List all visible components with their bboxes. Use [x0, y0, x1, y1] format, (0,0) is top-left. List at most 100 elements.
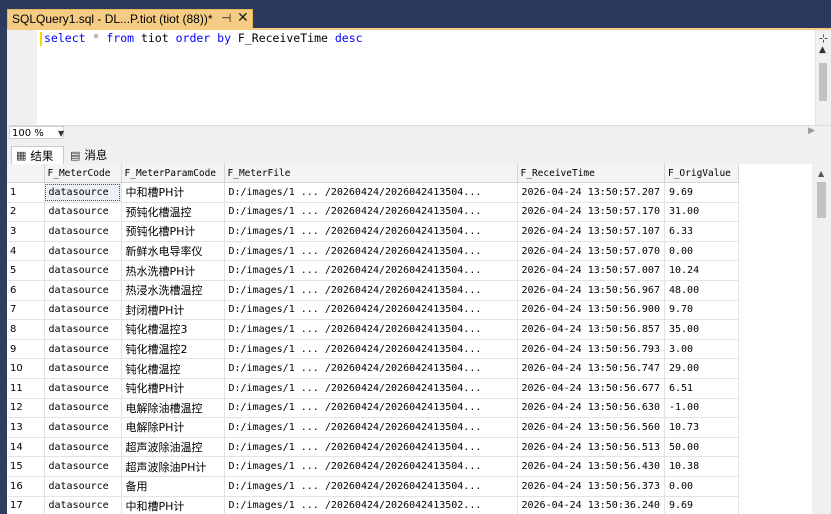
tab-messages[interactable]: ▤ 消息 [66, 146, 119, 164]
table-cell[interactable]: datasource [44, 456, 122, 477]
table-cell[interactable]: 2026-04-24 13:50:56.967 [517, 280, 665, 301]
column-header[interactable]: F_MeterParamCode [121, 164, 225, 183]
table-cell[interactable]: 2026-04-24 13:50:56.630 [517, 398, 665, 419]
table-cell[interactable]: 6.33 [664, 221, 739, 242]
table-cell[interactable]: D:/images/1 ... /20260424/2026042413504.… [224, 476, 518, 497]
table-cell[interactable]: 2026-04-24 13:50:56.373 [517, 476, 665, 497]
row-number[interactable]: 8 [7, 319, 45, 340]
table-cell[interactable]: D:/images/1 ... /20260424/2026042413504.… [224, 339, 518, 360]
table-cell[interactable]: 2026-04-24 13:50:57.107 [517, 221, 665, 242]
pin-icon[interactable]: ⊣ [221, 11, 231, 25]
table-cell[interactable]: 9.69 [664, 496, 739, 514]
scroll-up-icon[interactable]: ▲ [818, 169, 824, 178]
table-row[interactable]: 1 datasource 中和槽PH计 D:/images/1 ... /202604… [7, 182, 739, 203]
table-cell[interactable]: 35.00 [664, 319, 739, 340]
table-cell[interactable]: D:/images/1 ... /20260424/2026042413504.… [224, 280, 518, 301]
column-header[interactable]: F_OrigValue [664, 164, 739, 183]
table-cell[interactable]: 封闭槽PH计 [121, 300, 225, 321]
table-cell[interactable]: 钝化槽温控3 [121, 319, 225, 340]
row-number[interactable]: 5 [7, 260, 45, 281]
row-number[interactable]: 11 [7, 378, 45, 399]
table-cell[interactable]: 10.38 [664, 456, 739, 477]
table-cell[interactable]: datasource [44, 339, 122, 360]
split-icon[interactable]: ⊹ [819, 32, 828, 45]
row-number[interactable]: 2 [7, 202, 45, 223]
table-cell[interactable]: D:/images/1 ... /20260424/2026042413504.… [224, 319, 518, 340]
table-cell[interactable]: datasource [44, 358, 122, 379]
table-cell[interactable]: 钝化槽PH计 [121, 378, 225, 399]
table-row[interactable]: 17 datasource 中和槽PH计 D:/images/1 ... /20260… [7, 496, 739, 514]
row-number[interactable]: 14 [7, 437, 45, 458]
table-cell[interactable]: D:/images/1 ... /20260424/2026042413504.… [224, 182, 518, 203]
results-grid[interactable]: F_MeterCode F_MeterParamCode F_MeterFile F_… [7, 164, 812, 514]
document-tab[interactable]: SQLQuery1.sql - DL...P.tiot (tiot (88))*… [7, 9, 253, 28]
row-number[interactable]: 10 [7, 358, 45, 379]
table-row[interactable]: 3 datasource 预钝化槽PH计 D:/images/1 ... /20260… [7, 221, 739, 242]
chevron-down-icon[interactable]: ▼ [58, 127, 64, 140]
table-cell[interactable]: 50.00 [664, 437, 739, 458]
grid-vertical-scrollbar[interactable]: ▲ [812, 164, 831, 514]
table-cell[interactable]: 备用 [121, 476, 225, 497]
table-cell[interactable]: 超声波除油温控 [121, 437, 225, 458]
table-cell[interactable]: 钝化槽温控2 [121, 339, 225, 360]
grid-scroll-thumb[interactable] [817, 182, 826, 218]
table-row[interactable]: 9 datasource 钝化槽温控2 D:/images/1 ... /202604… [7, 339, 739, 360]
table-cell[interactable]: 预钝化槽温控 [121, 202, 225, 223]
table-row[interactable]: 10 datasource 钝化槽温控 D:/images/1 ... /202604… [7, 358, 739, 379]
table-cell[interactable]: 2026-04-24 13:50:56.900 [517, 300, 665, 321]
table-cell[interactable]: 电解除PH计 [121, 417, 225, 438]
table-cell[interactable]: 中和槽PH计 [121, 182, 225, 203]
table-cell[interactable]: 2026-04-24 13:50:56.857 [517, 319, 665, 340]
table-row[interactable]: 12 datasource 电解除油槽温控 D:/images/1 ... /2026… [7, 398, 739, 419]
table-cell[interactable]: 2026-04-24 13:50:56.677 [517, 378, 665, 399]
table-cell[interactable]: 0.00 [664, 241, 739, 262]
table-row[interactable]: 16 datasource 备用 D:/images/1 ... /20260424/… [7, 476, 739, 497]
table-cell[interactable]: D:/images/1 ... /20260424/2026042413504.… [224, 437, 518, 458]
table-cell[interactable]: datasource [44, 319, 122, 340]
table-cell[interactable]: 2026-04-24 13:50:56.560 [517, 417, 665, 438]
column-header[interactable]: F_MeterCode [44, 164, 122, 183]
query-editor[interactable]: select * from tiot order by F_ReceiveTim… [7, 30, 831, 125]
row-number-header[interactable] [7, 164, 45, 183]
table-cell[interactable]: 29.00 [664, 358, 739, 379]
tab-results[interactable]: ▦ 结果 [11, 146, 64, 164]
row-number[interactable]: 16 [7, 476, 45, 497]
column-header[interactable]: F_MeterFile [224, 164, 518, 183]
table-cell[interactable]: D:/images/1 ... /20260424/2026042413504.… [224, 202, 518, 223]
table-cell[interactable]: 超声波除油PH计 [121, 456, 225, 477]
table-cell[interactable]: 9.69 [664, 182, 739, 203]
table-cell[interactable]: 6.51 [664, 378, 739, 399]
table-cell[interactable]: datasource [44, 221, 122, 242]
table-cell[interactable]: 10.73 [664, 417, 739, 438]
query-text[interactable]: select * from tiot order by F_ReceiveTim… [44, 31, 363, 45]
table-cell[interactable]: 48.00 [664, 280, 739, 301]
row-number[interactable]: 15 [7, 456, 45, 477]
editor-vertical-scrollbar[interactable]: ⊹ ▲ [815, 30, 831, 125]
row-number[interactable]: 3 [7, 221, 45, 242]
table-cell[interactable]: 10.24 [664, 260, 739, 281]
table-cell[interactable]: D:/images/1 ... /20260424/2026042413504.… [224, 358, 518, 379]
table-cell[interactable]: datasource [44, 280, 122, 301]
table-cell[interactable]: datasource [44, 496, 122, 514]
table-cell[interactable]: 9.70 [664, 300, 739, 321]
table-cell[interactable]: 2026-04-24 13:50:56.793 [517, 339, 665, 360]
column-header[interactable]: F_ReceiveTime [517, 164, 665, 183]
table-cell[interactable]: D:/images/1 ... /20260424/2026042413502.… [224, 496, 518, 514]
table-row[interactable]: 7 datasource 封闭槽PH计 D:/images/1 ... /202604… [7, 300, 739, 321]
row-number[interactable]: 4 [7, 241, 45, 262]
table-row[interactable]: 6 datasource 热浸水洗槽温控 D:/images/1 ... /20260… [7, 280, 739, 301]
table-cell[interactable]: 2026-04-24 13:50:56.513 [517, 437, 665, 458]
scroll-right-icon[interactable]: ▶ [808, 126, 815, 136]
table-cell[interactable]: 2026-04-24 13:50:56.747 [517, 358, 665, 379]
table-cell[interactable]: 3.00 [664, 339, 739, 360]
table-cell[interactable]: 新鲜水电导率仪 [121, 241, 225, 262]
table-row[interactable]: 4 datasource 新鲜水电导率仪 D:/images/1 ... /20260… [7, 241, 739, 262]
table-cell[interactable]: 2026-04-24 13:50:56.430 [517, 456, 665, 477]
table-cell[interactable]: D:/images/1 ... /20260424/2026042413504.… [224, 398, 518, 419]
table-cell[interactable]: datasource [44, 398, 122, 419]
table-row[interactable]: 14 datasource 超声波除油温控 D:/images/1 ... /2026… [7, 437, 739, 458]
table-cell[interactable]: 热浸水洗槽温控 [121, 280, 225, 301]
table-cell[interactable]: D:/images/1 ... /20260424/2026042413504.… [224, 260, 518, 281]
table-cell[interactable]: 0.00 [664, 476, 739, 497]
scroll-thumb[interactable] [819, 63, 827, 101]
